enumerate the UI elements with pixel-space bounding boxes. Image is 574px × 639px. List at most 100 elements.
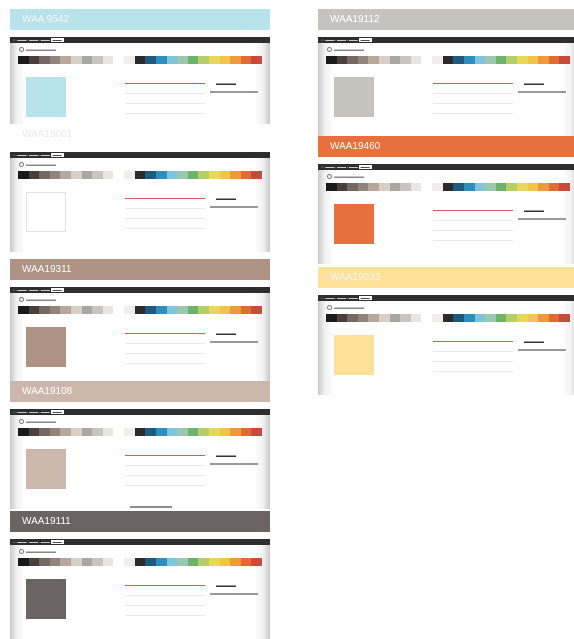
- order-link: [210, 341, 258, 343]
- back-link: ▬▬▬▬▬▬: [19, 162, 56, 168]
- palette-color-chip: [506, 56, 517, 64]
- palette-color-chip: [49, 56, 61, 64]
- palette-color-chip: [548, 183, 560, 191]
- palette-color-chip: [71, 56, 82, 64]
- palette-color-chip: [18, 171, 29, 179]
- palette-color-chip: [219, 428, 231, 436]
- spec-table: [125, 576, 205, 621]
- palette-color-chip: [548, 56, 560, 64]
- palette-color-chip: [71, 428, 82, 436]
- palette-color-chip: [442, 56, 454, 64]
- palette-color-chip: [134, 171, 146, 179]
- palette-color-chip: [485, 183, 496, 191]
- palette-color-chip: [389, 314, 401, 322]
- palette-color-chip: [187, 428, 199, 436]
- color-palette-strip: [18, 171, 263, 179]
- card-header: WAA19108: [10, 381, 270, 402]
- palette-color-chip: [166, 558, 178, 566]
- palette-color-chip: [240, 171, 252, 179]
- palette-color-chip: [166, 306, 178, 314]
- palette-color-chip: [208, 306, 220, 314]
- palette-color-chip: [506, 183, 517, 191]
- palette-color-chip: [230, 171, 241, 179]
- color-swatch: [334, 335, 374, 375]
- color-card: WAA19460 ⌂ › ▬▬▬ › ▬▬▬ › ▬▬▬ ▬▬▬ ▬▬▬▬▬▬ …: [318, 136, 574, 264]
- back-circle-icon: [19, 419, 24, 425]
- breadcrumb-nav: ⌂ › ▬▬▬ › ▬▬▬ › ▬▬▬ ▬▬▬: [10, 152, 270, 158]
- palette-color-chip: [166, 428, 178, 436]
- palette-color-chip: [251, 428, 263, 436]
- palette-color-chip: [400, 183, 411, 191]
- palette-color-chip: [474, 56, 486, 64]
- palette-color-chip: [463, 314, 475, 322]
- order-heading: ▬▬▬▬: [216, 453, 236, 459]
- palette-color-chip: [92, 428, 103, 436]
- palette-color-chip: [326, 183, 337, 191]
- spec-table: [125, 74, 205, 119]
- palette-color-chip: [432, 314, 443, 322]
- color-swatch: [26, 327, 66, 367]
- back-link: ▬▬▬▬▬▬: [327, 174, 364, 180]
- palette-color-chip: [198, 558, 209, 566]
- caption-line: [130, 506, 172, 508]
- palette-color-chip: [39, 56, 50, 64]
- color-swatch: [26, 579, 66, 619]
- palette-color-chip: [347, 314, 358, 322]
- palette-color-chip: [400, 56, 411, 64]
- palette-color-chip: [81, 306, 93, 314]
- palette-color-chip: [60, 306, 72, 314]
- palette-color-chip: [81, 56, 93, 64]
- palette-color-chip: [18, 56, 29, 64]
- order-link: [518, 91, 566, 93]
- product-page-screenshot: ⌂ › ▬▬▬ › ▬▬▬ › ▬▬▬ ▬▬▬ ▬▬▬▬▬▬ ▬▬▬▬: [10, 287, 270, 387]
- palette-color-chip: [442, 314, 454, 322]
- palette-color-chip: [379, 314, 390, 322]
- palette-color-chip: [155, 171, 167, 179]
- palette-color-chip: [39, 558, 50, 566]
- palette-color-chip: [453, 56, 464, 64]
- palette-color-chip: [71, 306, 82, 314]
- order-link: [518, 218, 566, 220]
- home-icon: ⌂: [321, 296, 323, 300]
- palette-color-chip: [432, 56, 443, 64]
- breadcrumb-nav: ⌂ › ▬▬▬ › ▬▬▬ › ▬▬▬ ▬▬▬: [318, 37, 574, 43]
- palette-color-chip: [18, 306, 29, 314]
- home-icon: ⌂: [321, 38, 323, 42]
- palette-color-chip: [538, 183, 549, 191]
- palette-color-chip: [251, 558, 263, 566]
- palette-color-chip: [230, 306, 241, 314]
- order-link: [210, 463, 258, 465]
- order-heading: ▬▬▬▬: [216, 583, 236, 589]
- palette-color-chip: [474, 314, 486, 322]
- palette-color-chip: [368, 56, 380, 64]
- color-swatch: [26, 192, 66, 232]
- product-page-screenshot: ⌂ › ▬▬▬ › ▬▬▬ › ▬▬▬ ▬▬▬ ▬▬▬▬▬▬ ▬▬▬▬: [318, 164, 574, 264]
- color-swatch: [334, 204, 374, 244]
- palette-color-chip: [177, 428, 188, 436]
- color-code-title: WAA19112: [330, 14, 380, 25]
- palette-color-chip: [463, 56, 475, 64]
- back-link: ▬▬▬▬▬▬: [19, 549, 56, 555]
- back-circle-icon: [19, 47, 24, 53]
- breadcrumb-nav: ⌂ › ▬▬▬ › ▬▬▬ › ▬▬▬ ▬▬▬: [10, 409, 270, 415]
- palette-color-chip: [124, 171, 135, 179]
- order-heading: ▬▬▬▬: [216, 331, 236, 337]
- back-link: ▬▬▬▬▬▬: [19, 47, 56, 53]
- palette-color-chip: [92, 56, 103, 64]
- palette-color-chip: [113, 558, 125, 566]
- palette-color-chip: [208, 558, 220, 566]
- card-header: WAA19001: [10, 124, 270, 145]
- palette-color-chip: [421, 314, 433, 322]
- palette-color-chip: [177, 56, 188, 64]
- palette-color-chip: [28, 56, 40, 64]
- color-card: WAA 9542 ⌂ › ▬▬▬ › ▬▬▬ › ▬▬▬ ▬▬▬ ▬▬▬▬▬▬ …: [10, 9, 270, 137]
- palette-color-chip: [60, 171, 72, 179]
- card-header: WAA19111: [10, 511, 270, 532]
- color-code-title: WAA19108: [22, 386, 73, 397]
- palette-color-chip: [145, 171, 156, 179]
- product-page-screenshot: ⌂ › ▬▬▬ › ▬▬▬ › ▬▬▬ ▬▬▬ ▬▬▬▬▬▬ ▬▬▬▬: [318, 295, 574, 395]
- color-card: WAA19311 ⌂ › ▬▬▬ › ▬▬▬ › ▬▬▬ ▬▬▬ ▬▬▬▬▬▬ …: [10, 259, 270, 387]
- palette-color-chip: [60, 558, 72, 566]
- palette-color-chip: [177, 558, 188, 566]
- palette-color-chip: [410, 56, 422, 64]
